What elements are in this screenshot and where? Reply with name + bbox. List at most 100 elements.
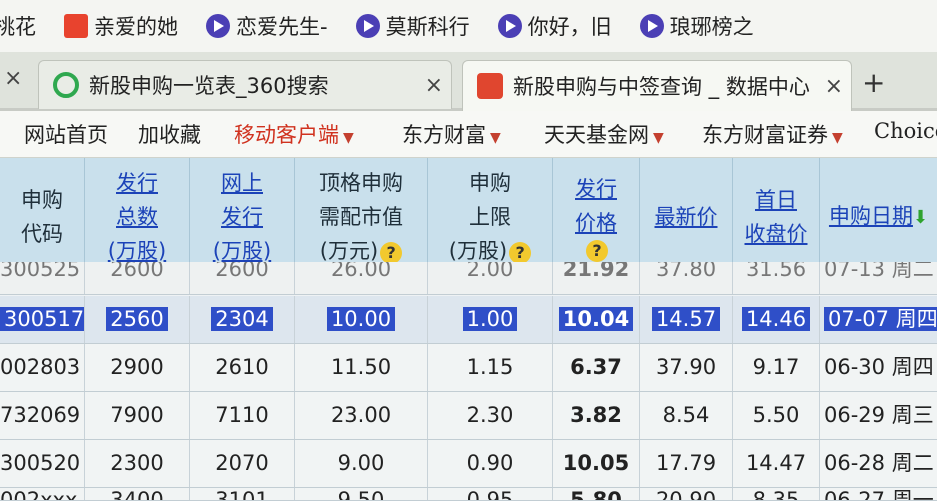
- online-shares: 3101: [190, 488, 295, 500]
- total-shares: 2560: [106, 307, 168, 331]
- col-code: 申购 代码: [0, 158, 85, 276]
- market-value: 9.50: [295, 488, 428, 500]
- market-value: 9.00: [295, 440, 428, 487]
- col-online-shares[interactable]: 网上 发行 (万股): [190, 158, 295, 276]
- bookmark-item[interactable]: 你好，旧: [497, 0, 612, 52]
- help-icon[interactable]: ?: [380, 242, 403, 264]
- bookmark-label: 莫斯科行: [385, 15, 470, 39]
- tab-title: 新股申购一览表_360搜索: [89, 74, 329, 98]
- market-value: 23.00: [295, 392, 428, 439]
- bookmarks-bar: 桃花 亲爱的她 恋爱先生- 莫斯科行 你好，旧 琅琊榜之: [0, 0, 937, 53]
- bookmark-item[interactable]: 琅琊榜之: [639, 0, 754, 52]
- browser-tab-strip: × 新股申购一览表_360搜索 × 新股申购与中签查询 _ 数据中心 × +: [0, 52, 937, 111]
- nav-mobile-client[interactable]: 移动客户端 ▼: [234, 119, 354, 149]
- first-day-close: 8.35: [733, 488, 820, 500]
- subscribe-date: 06-28 周二: [824, 451, 934, 475]
- first-day-close: 14.46: [741, 307, 811, 331]
- new-tab-button[interactable]: +: [862, 66, 885, 99]
- nav-eastmoney[interactable]: 东方财富 ▼: [402, 119, 501, 149]
- eastmoney-logo-icon: [477, 73, 503, 99]
- bookmark-label: 桃花: [0, 15, 36, 39]
- bookmark-item[interactable]: 亲爱的她: [64, 0, 178, 52]
- ipo-code: 300520: [0, 440, 85, 487]
- tab-360-search[interactable]: 新股申购一览表_360搜索 ×: [38, 60, 452, 109]
- total-shares: 7900: [85, 392, 190, 439]
- col-issue-price[interactable]: 发行 价格?: [553, 158, 640, 276]
- play-icon: [206, 14, 230, 38]
- col-market-value: 顶格申购 需配市值 (万元)?: [295, 158, 428, 276]
- latest-price: 37.90: [640, 344, 733, 391]
- table-row[interactable]: 002xxx 3400 3101 9.50 0.95 5.80 20.90 8.…: [0, 488, 937, 501]
- total-shares: 2300: [85, 440, 190, 487]
- online-shares: 2070: [190, 440, 295, 487]
- close-icon[interactable]: ×: [825, 74, 843, 99]
- issue-price: 6.37: [553, 344, 640, 391]
- ipo-code: 002803: [0, 344, 85, 391]
- nav-securities[interactable]: 东方财富证券 ▼: [702, 119, 843, 149]
- total-shares: 2900: [85, 344, 190, 391]
- issue-price: 5.80: [553, 488, 640, 500]
- first-day-close: 14.47: [733, 440, 820, 487]
- purchase-limit: 2.30: [428, 392, 553, 439]
- table-row[interactable]: 300517 2560 2304 10.00 1.00 10.04 14.57 …: [0, 296, 937, 344]
- play-icon: [355, 14, 380, 38]
- tab-eastmoney-ipo[interactable]: 新股申购与中签查询 _ 数据中心 ×: [462, 60, 852, 111]
- nav-bookmark[interactable]: 加收藏: [138, 119, 201, 149]
- bookmark-item[interactable]: 莫斯科行: [355, 0, 470, 52]
- table-row[interactable]: 002803 2900 2610 11.50 1.15 6.37 37.90 9…: [0, 344, 937, 392]
- video-logo-icon: [64, 14, 88, 38]
- table-row[interactable]: 300525 2600 2600 26.00 2.00 21.92 37.80 …: [0, 262, 937, 295]
- chevron-down-icon: ▼: [343, 130, 354, 146]
- bookmark-label: 琅琊榜之: [669, 15, 754, 39]
- subscribe-date: 06-29 周三: [824, 403, 934, 427]
- purchase-limit: 0.95: [428, 488, 553, 500]
- bookmark-item[interactable]: 恋爱先生-: [206, 0, 328, 52]
- bookmark-item[interactable]: 桃花: [0, 0, 36, 52]
- nav-choice[interactable]: Choice: [874, 119, 937, 143]
- chevron-down-icon: ▼: [832, 130, 843, 146]
- first-day-close: 5.50: [733, 392, 820, 439]
- online-shares: 2610: [190, 344, 295, 391]
- total-shares: 3400: [85, 488, 190, 500]
- play-icon: [497, 14, 522, 38]
- market-value: 11.50: [295, 344, 428, 391]
- table-row[interactable]: 732069 7900 7110 23.00 2.30 3.82 8.54 5.…: [0, 392, 937, 440]
- col-total-shares[interactable]: 发行 总数 (万股): [85, 158, 190, 276]
- table-row[interactable]: 300520 2300 2070 9.00 0.90 10.05 17.79 1…: [0, 440, 937, 488]
- purchase-limit: 1.15: [428, 344, 553, 391]
- nav-fund[interactable]: 天天基金网 ▼: [544, 119, 664, 149]
- nav-home[interactable]: 网站首页: [24, 119, 108, 149]
- issue-price: 10.05: [553, 440, 640, 487]
- subscribe-date: 07-07 周四: [824, 307, 937, 331]
- purchase-limit: 0.90: [428, 440, 553, 487]
- subscribe-date: 06-30 周四: [824, 355, 934, 379]
- bookmark-label: 恋爱先生-: [236, 15, 328, 39]
- ipo-table-header: 申购 代码 发行 总数 (万股) 网上 发行 (万股) 顶格申购 需配市值 (万元)? 申购上…: [0, 158, 937, 277]
- col-first-day-close[interactable]: 首日 收盘价: [733, 158, 820, 276]
- col-subscribe-date[interactable]: 申购日期⬇: [820, 158, 937, 276]
- help-icon[interactable]: ?: [509, 242, 532, 264]
- help-icon[interactable]: ?: [586, 240, 608, 262]
- online-shares: 7110: [190, 392, 295, 439]
- ipo-code: 002xxx: [0, 488, 85, 500]
- latest-price: 14.57: [651, 307, 721, 331]
- latest-price: 17.79: [640, 440, 733, 487]
- bookmark-label: 你好，旧: [527, 15, 612, 39]
- col-latest-price[interactable]: 最新价: [640, 158, 733, 276]
- online-shares: 2304: [211, 307, 273, 331]
- bookmark-label: 亲爱的她: [94, 15, 178, 39]
- chevron-down-icon: ▼: [490, 130, 501, 146]
- ipo-code: 732069: [0, 392, 85, 439]
- site-nav: 网站首页 加收藏 移动客户端 ▼ 东方财富 ▼ 天天基金网 ▼ 东方财富证券 ▼ Cho…: [0, 111, 937, 158]
- market-value: 10.00: [326, 307, 396, 331]
- latest-price: 8.54: [640, 392, 733, 439]
- first-day-close: 9.17: [733, 344, 820, 391]
- play-icon: [639, 14, 664, 38]
- sort-desc-icon: ⬇: [912, 207, 929, 228]
- purchase-limit: 1.00: [462, 307, 518, 331]
- close-icon[interactable]: ×: [425, 73, 443, 98]
- latest-price: 20.90: [640, 488, 733, 500]
- chevron-down-icon: ▼: [653, 130, 664, 146]
- ipo-code: 300517: [0, 307, 84, 331]
- close-icon[interactable]: ×: [4, 66, 22, 91]
